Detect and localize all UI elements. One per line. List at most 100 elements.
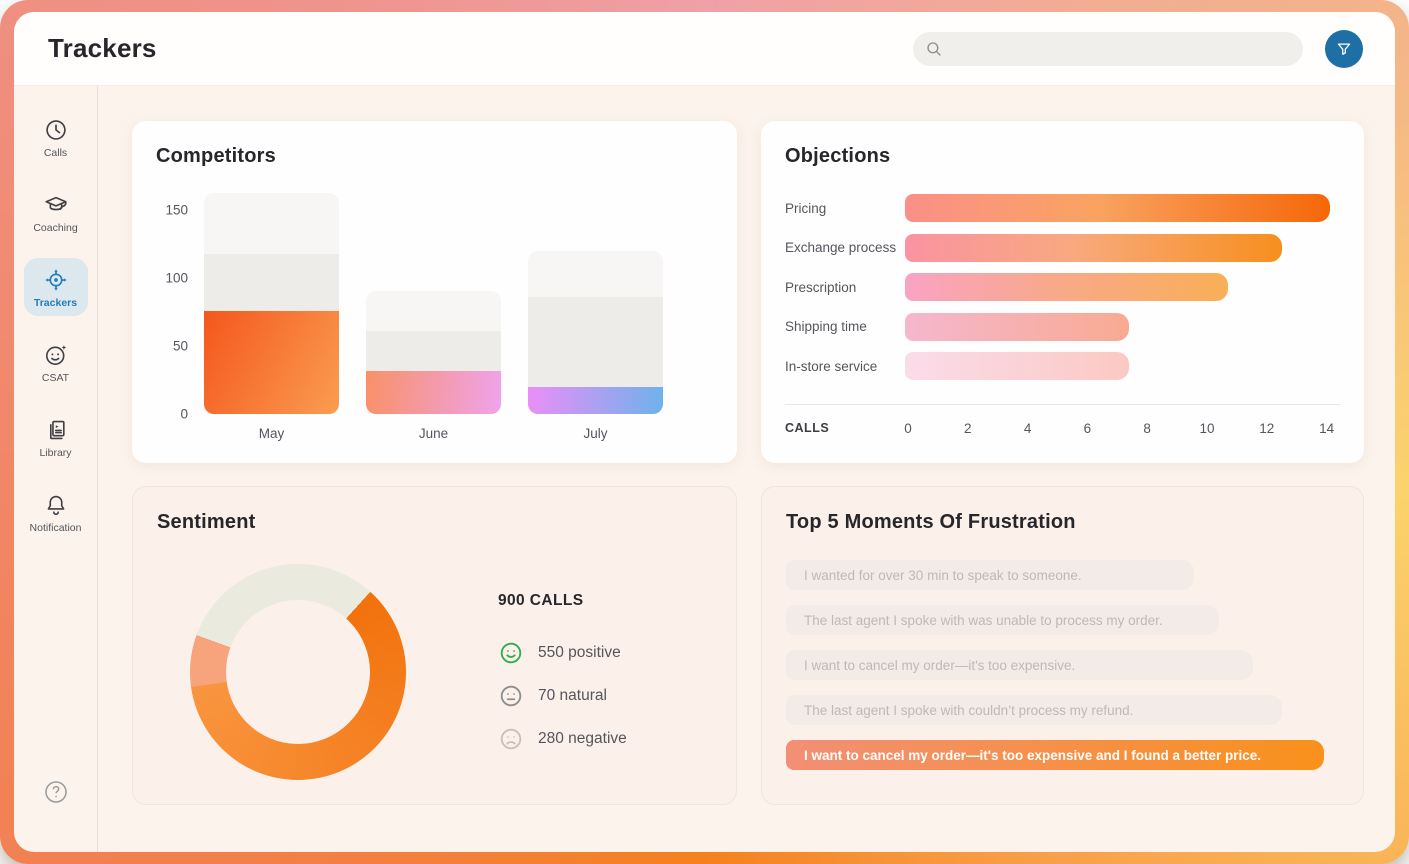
- sidebar-item-calls[interactable]: Calls: [24, 108, 88, 166]
- x-tick-label: 12: [1259, 421, 1274, 436]
- bar-segment-mid-segment: [204, 254, 339, 311]
- bar-segment-top-segment: [204, 193, 339, 254]
- help-button[interactable]: [42, 778, 70, 806]
- stacked-bar-july: [528, 251, 663, 414]
- frustration-text: The last agent I spoke with couldn’t pro…: [804, 703, 1133, 718]
- bar-segment-top-segment: [528, 251, 663, 297]
- frustration-card: Top 5 Moments Of Frustration I wanted fo…: [761, 486, 1364, 805]
- header: Trackers: [14, 12, 1395, 86]
- objections-axis-label: CALLS: [785, 421, 905, 439]
- clock-icon: [43, 117, 69, 143]
- frustration-list: I wanted for over 30 min to speak to som…: [786, 560, 1339, 770]
- frustration-item[interactable]: The last agent I spoke with couldn’t pro…: [786, 695, 1282, 725]
- y-tick-label: 0: [180, 407, 188, 422]
- competitors-bars: [204, 200, 663, 414]
- sentiment-total-calls: 900 CALLS: [498, 592, 627, 610]
- x-tick-label: 4: [1024, 421, 1032, 436]
- x-tick-label: 8: [1143, 421, 1151, 436]
- sentiment-legend-item-natural: 70 natural: [498, 683, 627, 709]
- objection-bar: [905, 194, 1330, 222]
- happy-face-icon: [498, 640, 524, 666]
- x-tick-label: 14: [1319, 421, 1334, 436]
- bar-segment-highlighted-mentions: [528, 387, 663, 414]
- objection-label: Pricing: [785, 201, 905, 216]
- main-content: Competitors 050100150 MayJuneJuly Object…: [98, 86, 1395, 852]
- sidebar-nav: Calls Coaching Trackers CSAT Library Not…: [14, 86, 98, 852]
- bar-segment-top-segment: [366, 291, 501, 331]
- objection-label: Shipping time: [785, 319, 905, 334]
- objections-x-axis: CALLS 0 2 4 6 8 10 12 14: [785, 404, 1340, 439]
- sentiment-legend-text: 70 natural: [538, 687, 607, 705]
- search-icon: [925, 40, 943, 58]
- frustration-item-highlighted[interactable]: I want to cancel my order—it's too expen…: [786, 740, 1324, 770]
- objection-row: Prescription: [785, 273, 1340, 301]
- sidebar-item-label: Library: [39, 447, 71, 459]
- sidebar-item-csat[interactable]: CSAT: [24, 333, 88, 391]
- objection-bar: [905, 352, 1129, 380]
- smiley-sparkle-icon: [43, 342, 69, 368]
- sentiment-title: Sentiment: [157, 511, 712, 534]
- header-actions: [913, 30, 1363, 68]
- funnel-icon: [1335, 40, 1353, 58]
- objection-label: Prescription: [785, 280, 905, 295]
- x-tick-label: June: [366, 426, 501, 441]
- frustration-item[interactable]: The last agent I spoke with was unable t…: [786, 605, 1219, 635]
- sidebar-item-library[interactable]: Library: [24, 408, 88, 466]
- neutral-face-icon: [498, 683, 524, 709]
- competitors-x-axis: May June July: [204, 426, 663, 441]
- x-tick-label: 6: [1084, 421, 1092, 436]
- target-icon: [43, 267, 69, 293]
- objections-title: Objections: [785, 145, 1340, 168]
- frustration-item[interactable]: I wanted for over 30 min to speak to som…: [786, 560, 1194, 590]
- bar-segment-highlighted-mentions: [366, 371, 501, 414]
- sentiment-legend-item-negative: 280 negative: [498, 726, 627, 752]
- bar-segment-mid-segment: [366, 331, 501, 371]
- objection-bar: [905, 273, 1228, 301]
- sidebar-item-trackers[interactable]: Trackers: [24, 258, 88, 316]
- frustration-text: I want to cancel my order—it's too expen…: [804, 658, 1075, 673]
- sentiment-legend-text: 280 negative: [538, 730, 627, 748]
- competitors-title: Competitors: [156, 145, 713, 168]
- search-input[interactable]: [943, 40, 1297, 58]
- competitors-chart: 050100150 MayJuneJuly: [156, 200, 713, 441]
- graduation-cap-icon: [43, 192, 69, 218]
- search-bar[interactable]: [913, 32, 1303, 66]
- objection-bar: [905, 234, 1282, 262]
- page-title: Trackers: [48, 33, 157, 64]
- x-tick-label: 0: [904, 421, 912, 436]
- filter-button[interactable]: [1325, 30, 1363, 68]
- bar-segment-mid-segment: [528, 297, 663, 387]
- frustration-item[interactable]: I want to cancel my order—it's too expen…: [786, 650, 1253, 680]
- sentiment-legend-text: 550 positive: [538, 644, 621, 662]
- sidebar-item-label: Notification: [30, 522, 82, 534]
- frustration-text: The last agent I spoke with was unable t…: [804, 613, 1163, 628]
- stacked-bar-may: [204, 193, 339, 414]
- objection-label: In-store service: [785, 359, 905, 374]
- sentiment-legend-item-positive: 550 positive: [498, 640, 627, 666]
- objection-bar: [905, 313, 1129, 341]
- y-tick-label: 50: [173, 339, 188, 354]
- frustration-text: I want to cancel my order—it's too expen…: [804, 748, 1261, 763]
- x-tick-label: 2: [964, 421, 972, 436]
- objections-rows: Pricing Exchange process Prescription Sh…: [785, 194, 1340, 380]
- x-tick-label: 10: [1199, 421, 1214, 436]
- body: Calls Coaching Trackers CSAT Library Not…: [14, 86, 1395, 852]
- objections-card: Objections Pricing Exchange process Pres…: [761, 121, 1364, 463]
- sentiment-donut-chart: [190, 564, 406, 780]
- sidebar-item-coaching[interactable]: Coaching: [24, 183, 88, 241]
- objection-row: Shipping time: [785, 313, 1340, 341]
- sidebar-item-notification[interactable]: Notification: [24, 483, 88, 541]
- x-tick-label: May: [204, 426, 339, 441]
- bar-segment-highlighted-mentions: [204, 311, 339, 414]
- bell-icon: [43, 492, 69, 518]
- sad-face-icon: [498, 726, 524, 752]
- objection-label: Exchange process: [785, 240, 905, 255]
- stacked-bar-june: [366, 291, 501, 414]
- sidebar-item-label: CSAT: [42, 372, 69, 384]
- objection-row: Exchange process: [785, 234, 1340, 262]
- documents-icon: [43, 417, 69, 443]
- sentiment-legend-items: 550 positive 70 natural 280 negative: [498, 640, 627, 752]
- app-window: Trackers: [14, 12, 1395, 852]
- x-tick-label: July: [528, 426, 663, 441]
- frustration-text: I wanted for over 30 min to speak to som…: [804, 568, 1082, 583]
